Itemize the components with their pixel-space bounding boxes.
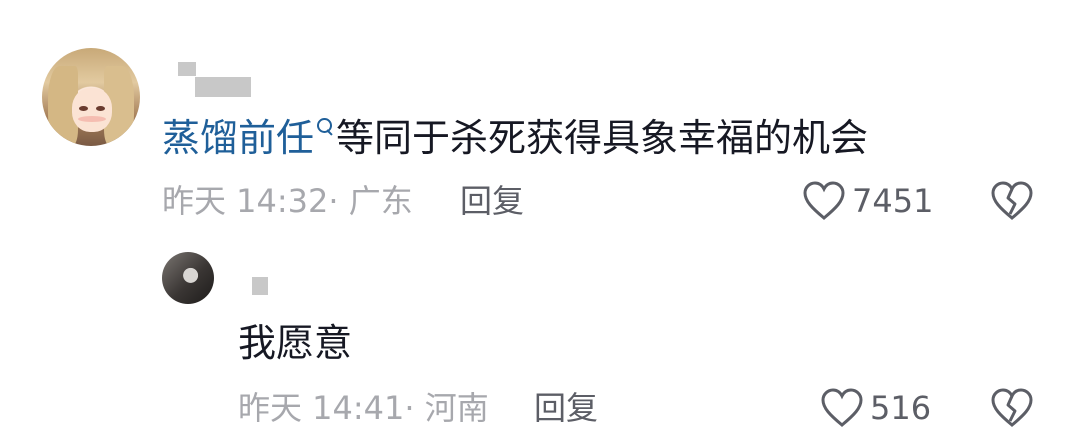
reply-meta: 昨天 14:41· 河南 (238, 388, 489, 428)
avatar-eye-right (96, 106, 105, 111)
broken-heart-icon[interactable] (990, 387, 1034, 429)
username-redaction (252, 277, 268, 295)
broken-heart-icon[interactable] (990, 180, 1034, 222)
heart-outline-icon[interactable] (820, 387, 864, 429)
reply-location: · 河南 (404, 389, 489, 427)
comment-location: · 广东 (328, 182, 413, 220)
avatar[interactable] (162, 252, 214, 304)
like-count: 516 (870, 389, 932, 427)
heart-outline-icon[interactable] (802, 180, 846, 222)
comment-time: 昨天 14:32 (162, 182, 329, 220)
comment-body: 等同于杀死获得具象幸福的机会 (336, 116, 869, 160)
avatar[interactable] (42, 48, 140, 146)
avatar-blush (78, 116, 106, 122)
search-icon[interactable] (314, 112, 336, 142)
like-count: 7451 (852, 182, 934, 220)
reply-time: 昨天 14:41 (238, 389, 405, 427)
reply-button[interactable]: 回复 (534, 388, 598, 428)
username-redaction (178, 62, 196, 76)
comment-meta: 昨天 14:32· 广东 (162, 181, 413, 221)
comment-text: 蒸馏前任 等同于杀死获得具象幸福的机会 (162, 112, 868, 164)
username-redaction (195, 77, 251, 97)
reply-text: 我愿意 (238, 321, 353, 365)
avatar-face (72, 88, 112, 132)
reply-button[interactable]: 回复 (460, 181, 524, 221)
mention-link[interactable]: 蒸馏前任 (162, 116, 314, 160)
avatar-eye-left (79, 106, 88, 111)
